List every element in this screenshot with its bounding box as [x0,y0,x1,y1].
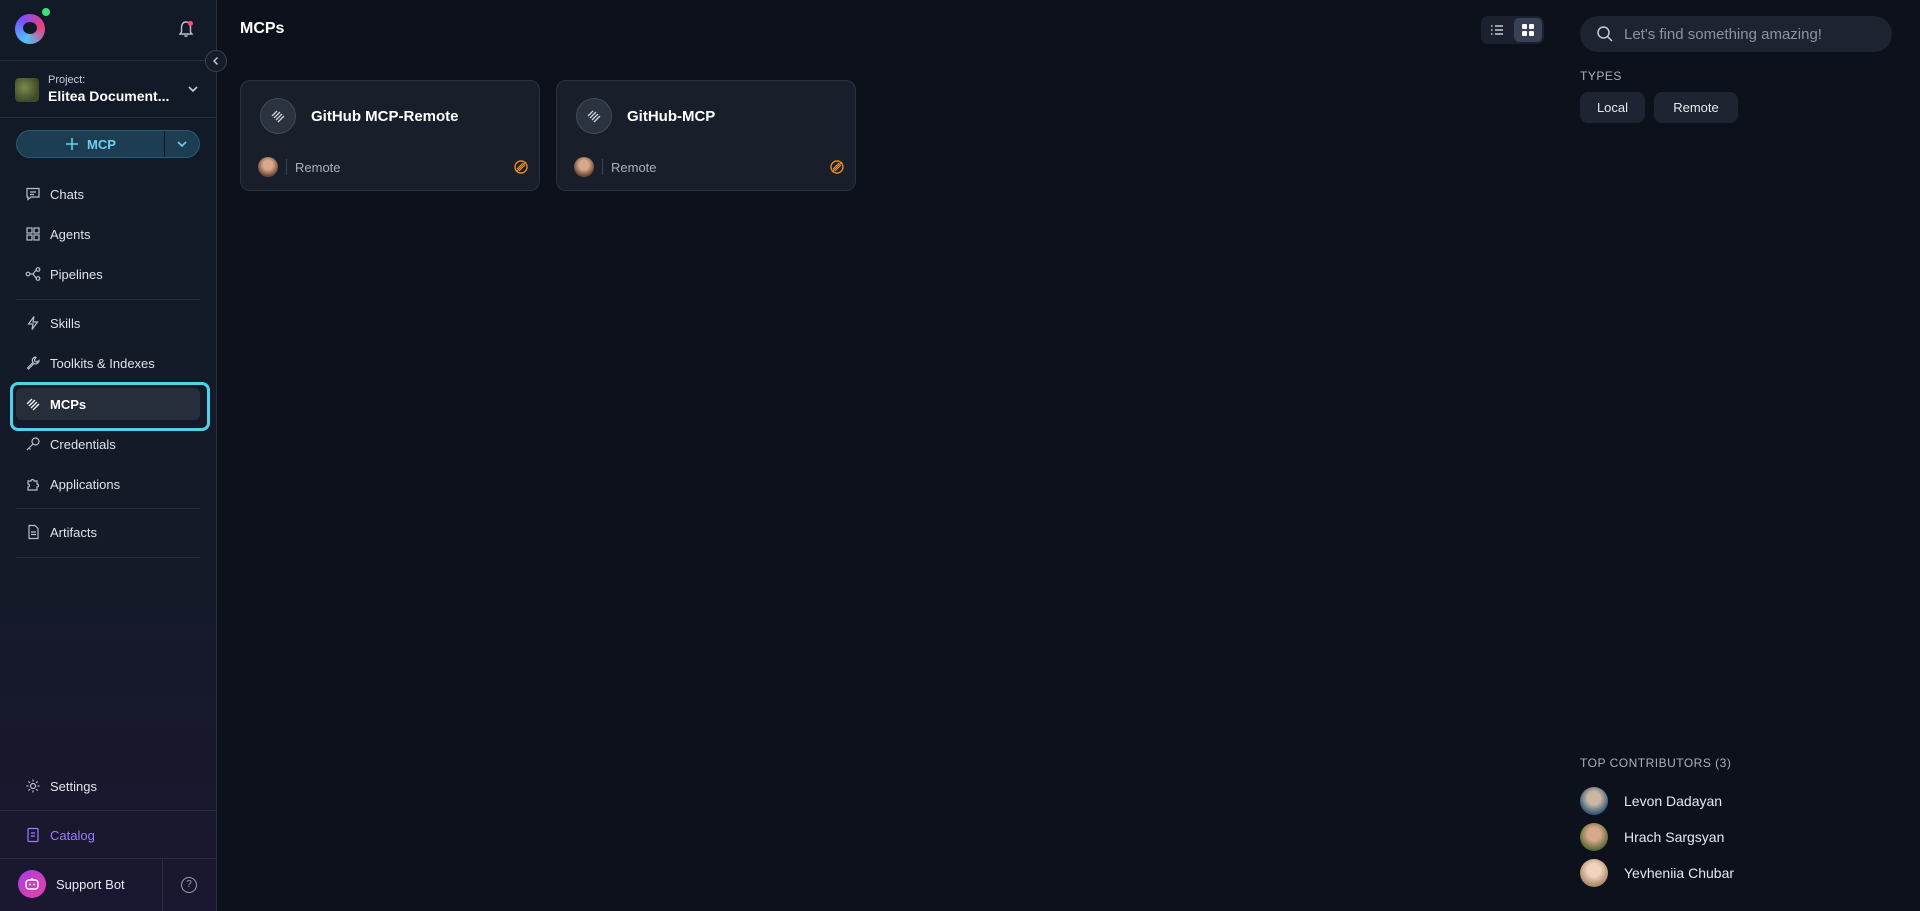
create-mcp-button-group: MCP [16,130,200,158]
divider [0,117,216,118]
mcp-icon [576,98,612,134]
collapse-sidebar-button[interactable] [205,50,227,72]
contributor-item[interactable]: Levon Dadayan [1580,787,1722,815]
create-options-dropdown[interactable] [165,131,199,157]
project-label: Project: [48,74,86,86]
create-mcp-label: MCP [87,136,116,152]
divider [286,159,287,175]
sidebar-item-catalog[interactable]: Catalog [16,819,200,851]
mcp-type-label: Remote [295,160,341,175]
sidebar-item-label: Skills [50,315,81,331]
help-icon[interactable]: ? [181,877,197,893]
sidebar-item-label: Pipelines [50,266,103,282]
sidebar-item-skills[interactable]: Skills [16,307,200,339]
contributor-item[interactable]: Hrach Sargsyan [1580,823,1724,851]
chat-icon [26,187,40,201]
support-bot-label: Support Bot [56,876,125,892]
bolt-icon [27,316,39,330]
contributor-name: Hrach Sargsyan [1624,829,1725,845]
project-avatar [15,78,39,102]
avatar [1580,823,1608,851]
mcp-card[interactable]: GitHub-MCP Remote [556,80,856,191]
mcp-card-title: GitHub MCP-Remote [311,108,459,125]
gear-icon [26,779,40,793]
sidebar-item-credentials[interactable]: Credentials [16,428,200,460]
author-avatar[interactable] [574,157,594,177]
contributor-name: Levon Dadayan [1624,793,1723,809]
search-icon [1597,26,1613,42]
puzzle-icon [27,478,40,491]
search-input[interactable] [1624,25,1874,43]
disconnected-status-icon [514,160,528,174]
author-avatar[interactable] [258,157,278,177]
bell-icon[interactable] [178,20,194,38]
avatar [1580,787,1608,815]
sidebar-item-label: Applications [50,476,121,492]
types-heading: TYPES [1580,69,1622,83]
sidebar-item-toolkits[interactable]: Toolkits & Indexes [16,347,200,379]
support-bot-button[interactable]: Support Bot [18,870,125,898]
sidebar-item-applications[interactable]: Applications [16,468,200,500]
divider [0,858,216,859]
sidebar-item-label: Credentials [50,436,116,452]
sidebar: Project: Elitea Document... MCP Chats Ag… [0,0,217,911]
grid-view-button[interactable] [1514,18,1542,42]
sidebar-item-chats[interactable]: Chats [16,178,200,210]
chevron-left-icon [213,57,218,65]
sidebar-item-pipelines[interactable]: Pipelines [16,258,200,290]
robot-icon [18,870,46,898]
sidebar-item-label: Agents [50,226,91,242]
project-selector[interactable]: Project: Elitea Document... [15,74,205,106]
divider [602,159,603,175]
grid-icon [26,227,40,241]
catalog-icon [27,827,39,843]
top-contributors-heading: TOP CONTRIBUTORS (3) [1580,756,1732,770]
contributor-item[interactable]: Yevheniia Chubar [1580,859,1734,887]
search-bar [1580,16,1892,52]
file-icon [28,524,39,540]
disconnected-status-icon [830,160,844,174]
divider [16,508,200,509]
online-status-dot [42,8,50,16]
mcp-card[interactable]: GitHub MCP-Remote Remote [240,80,540,191]
chevron-down-icon [188,86,198,93]
sidebar-item-mcps[interactable]: MCPs [16,388,200,420]
sidebar-item-label: MCPs [50,396,87,412]
view-toggle [1481,16,1544,44]
divider [16,299,200,300]
type-filter-remote[interactable]: Remote [1654,92,1738,123]
pipeline-icon [25,267,41,281]
avatar [1580,859,1608,887]
divider [0,60,216,61]
sidebar-item-agents[interactable]: Agents [16,218,200,250]
mcp-card-title: GitHub-MCP [627,108,716,125]
sidebar-item-label: Artifacts [50,524,97,540]
divider [162,858,163,911]
mcp-type-label: Remote [611,160,657,175]
sidebar-item-label: Chats [50,186,84,202]
plus-icon [66,138,79,150]
project-name: Elitea Document... [48,88,170,104]
chevron-down-icon [177,141,187,148]
page-title: MCPs [240,20,285,37]
divider [16,557,200,558]
mcp-icon [26,398,40,411]
sidebar-item-label: Settings [50,778,97,794]
list-view-button[interactable] [1483,18,1511,42]
type-filter-local[interactable]: Local [1580,92,1645,123]
key-icon [26,437,40,451]
wrench-icon [26,356,40,370]
create-mcp-button[interactable]: MCP [17,131,165,157]
list-icon [1491,25,1503,35]
sidebar-item-artifacts[interactable]: Artifacts [16,516,200,548]
mcp-icon [260,98,296,134]
app-logo[interactable] [15,14,45,44]
sidebar-item-label: Catalog [50,827,95,843]
contributor-name: Yevheniia Chubar [1624,865,1735,881]
divider [0,810,216,811]
sidebar-item-settings[interactable]: Settings [16,770,200,802]
grid-icon [1522,24,1534,36]
sidebar-item-label: Toolkits & Indexes [50,355,155,371]
